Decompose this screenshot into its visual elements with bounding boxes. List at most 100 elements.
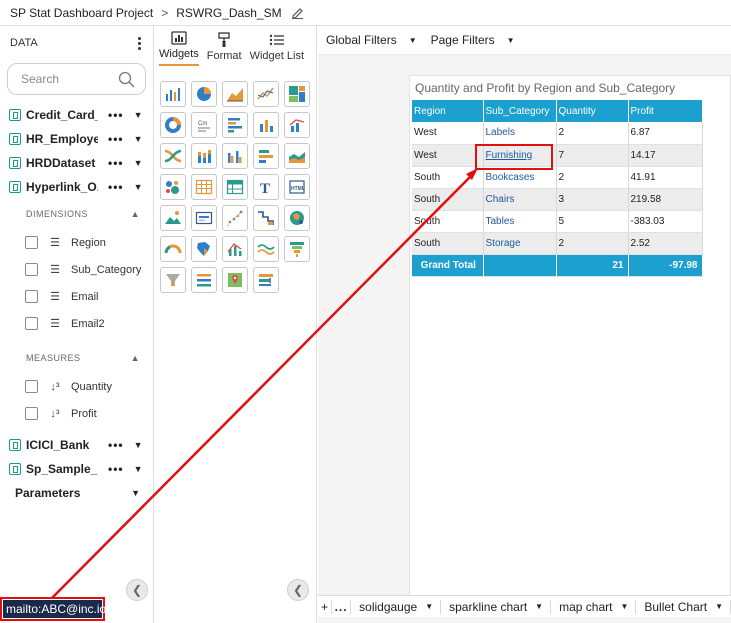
dimensions-header[interactable]: DIMENSIONS ▲: [0, 199, 153, 229]
add-sheet-button[interactable]: +: [318, 599, 333, 614]
dataset-item[interactable]: ICICI_Bank ••• ▼: [0, 433, 153, 457]
combo-chart-icon[interactable]: [284, 112, 310, 138]
more-sheets-button[interactable]: ...: [332, 599, 352, 614]
field-checkbox[interactable]: [25, 263, 38, 276]
table-widget[interactable]: Quantity and Profit by Region and Sub_Ca…: [409, 75, 731, 610]
region-map-icon[interactable]: [191, 236, 217, 262]
caret-down-icon[interactable]: ▼: [620, 602, 628, 611]
caret-up-icon[interactable]: ▲: [131, 353, 140, 363]
sheet-tab[interactable]: solidgauge ▼: [351, 599, 442, 614]
pencil-icon[interactable]: [291, 6, 304, 19]
bubble-chart-icon[interactable]: [160, 174, 186, 200]
parameters-section[interactable]: Parameters ▼: [0, 481, 153, 505]
table-link-cell[interactable]: Storage: [483, 232, 557, 255]
wave-chart-icon[interactable]: [253, 236, 279, 262]
caret-down-icon[interactable]: ▼: [134, 182, 143, 192]
column-header[interactable]: Region: [412, 100, 484, 122]
page-filters-button[interactable]: Page Filters: [431, 33, 495, 47]
column-chart-icon[interactable]: [253, 112, 279, 138]
text-icon[interactable]: T: [253, 174, 279, 200]
pivot-table-icon[interactable]: [222, 174, 248, 200]
bullet-chart-icon[interactable]: [253, 267, 279, 293]
table-icon[interactable]: [191, 174, 217, 200]
field-checkbox[interactable]: [25, 380, 38, 393]
caret-down-icon[interactable]: ▼: [134, 464, 143, 474]
table-link-cell[interactable]: Tables: [483, 210, 557, 233]
scatter-plot-icon[interactable]: [222, 205, 248, 231]
more-icon[interactable]: •••: [108, 180, 124, 194]
area-chart-icon[interactable]: [222, 81, 248, 107]
field-checkbox[interactable]: [25, 236, 38, 249]
caret-down-icon[interactable]: ▼: [425, 602, 433, 611]
caret-down-icon[interactable]: ▼: [409, 36, 417, 45]
dimension-field[interactable]: ☰ Email: [0, 283, 153, 310]
collapse-left-icon[interactable]: ❮: [287, 579, 309, 601]
field-checkbox[interactable]: [25, 317, 38, 330]
dimension-field[interactable]: ☰ Region: [0, 229, 153, 256]
progress-bar-icon[interactable]: [253, 143, 279, 169]
text-widget-icon[interactable]: Cm: [191, 112, 217, 138]
dataset-item[interactable]: Credit_Card_... ••• ▼: [0, 103, 153, 127]
more-icon[interactable]: •••: [108, 438, 124, 452]
caret-down-icon[interactable]: ▼: [134, 158, 143, 168]
breadcrumb-project[interactable]: SP Stat Dashboard Project: [10, 6, 153, 20]
measure-field[interactable]: ↓³ Quantity: [0, 373, 153, 400]
donut-chart-icon[interactable]: [160, 112, 186, 138]
dimension-field[interactable]: ☰ Sub_Category: [0, 256, 153, 283]
bar-line-icon[interactable]: [222, 236, 248, 262]
list-widget-icon[interactable]: [191, 267, 217, 293]
funnel-chart-icon[interactable]: [160, 267, 186, 293]
field-checkbox[interactable]: [25, 290, 38, 303]
more-icon[interactable]: •••: [108, 462, 124, 476]
sheet-tab[interactable]: Bullet Chart ▼: [636, 599, 731, 614]
dataset-item[interactable]: Hyperlink_O... ••• ▼: [0, 175, 153, 199]
kebab-menu-icon[interactable]: [138, 36, 141, 50]
image-icon[interactable]: [160, 205, 186, 231]
dataset-item[interactable]: HR_Employee ••• ▼: [0, 127, 153, 151]
caret-down-icon[interactable]: ▼: [134, 440, 143, 450]
caret-up-icon[interactable]: ▲: [131, 209, 140, 219]
more-icon[interactable]: •••: [108, 132, 124, 146]
tab-widget-list[interactable]: Widget List: [250, 32, 304, 66]
measures-header[interactable]: MEASURES ▲: [0, 343, 153, 373]
table-link-cell[interactable]: Labels: [483, 122, 557, 145]
column-header[interactable]: Profit: [628, 100, 703, 122]
caret-down-icon[interactable]: ▼: [535, 602, 543, 611]
caret-down-icon[interactable]: ▼: [134, 134, 143, 144]
sankey-icon[interactable]: [160, 143, 186, 169]
funnel-icon[interactable]: [284, 236, 310, 262]
global-filters-button[interactable]: Global Filters: [326, 33, 397, 47]
globe-map-icon[interactable]: [284, 205, 310, 231]
geo-map-icon[interactable]: [222, 267, 248, 293]
caret-down-icon[interactable]: ▼: [134, 110, 143, 120]
table-link-cell[interactable]: Chairs: [483, 188, 557, 211]
column-header[interactable]: Sub_Category: [483, 100, 557, 122]
stacked-area-icon[interactable]: [284, 143, 310, 169]
caret-down-icon[interactable]: ▼: [131, 488, 140, 498]
field-checkbox[interactable]: [25, 407, 38, 420]
bar-chart-icon[interactable]: [160, 81, 186, 107]
stacked-bar-icon[interactable]: [191, 143, 217, 169]
gauge-icon[interactable]: [160, 236, 186, 262]
grouped-bar-icon[interactable]: [222, 143, 248, 169]
column-header[interactable]: Quantity: [556, 100, 629, 122]
horizontal-bar-icon[interactable]: [222, 112, 248, 138]
sheet-tab[interactable]: map chart ▼: [551, 599, 637, 614]
caret-down-icon[interactable]: ▼: [715, 602, 723, 611]
dataset-item[interactable]: Sp_Sample_... ••• ▼: [0, 457, 153, 481]
dataset-item[interactable]: HRDDataset ••• ▼: [0, 151, 153, 175]
kpi-card-icon[interactable]: [191, 205, 217, 231]
html-widget-icon[interactable]: HTML: [284, 174, 310, 200]
tab-widgets[interactable]: Widgets: [159, 30, 199, 66]
step-chart-icon[interactable]: [253, 205, 279, 231]
collapse-left-icon[interactable]: ❮: [126, 579, 148, 601]
pie-chart-icon[interactable]: [191, 81, 217, 107]
more-icon[interactable]: •••: [108, 156, 124, 170]
measure-field[interactable]: ↓³ Profit: [0, 400, 153, 427]
more-icon[interactable]: •••: [108, 108, 124, 122]
line-chart-icon[interactable]: [253, 81, 279, 107]
dimension-field[interactable]: ☰ Email2: [0, 310, 153, 337]
treemap-icon[interactable]: [284, 81, 310, 107]
caret-down-icon[interactable]: ▼: [507, 36, 515, 45]
sheet-tab[interactable]: sparkline chart ▼: [441, 599, 552, 614]
